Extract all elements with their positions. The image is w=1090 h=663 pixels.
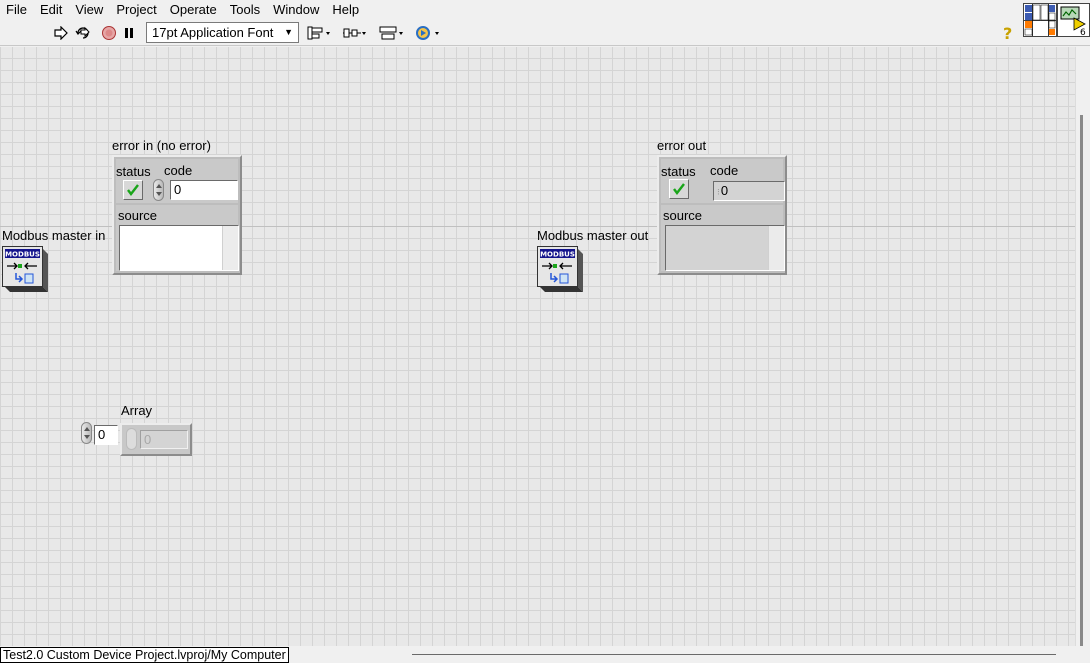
error-in-source-label: source xyxy=(118,208,158,223)
menu-edit[interactable]: Edit xyxy=(34,1,69,18)
error-out-status-indicator xyxy=(669,179,689,199)
help-icon[interactable]: ? xyxy=(1001,23,1017,43)
menu-project[interactable]: Project xyxy=(110,1,163,18)
font-select-label: 17pt Application Font xyxy=(152,25,274,40)
font-select[interactable]: 17pt Application Font ▼ xyxy=(146,22,299,43)
error-in-label: error in (no error) xyxy=(112,138,211,153)
horizontal-scrollbar[interactable] xyxy=(412,654,1056,655)
array-index-field[interactable]: 0 xyxy=(94,425,118,445)
error-out-status-label: status xyxy=(661,164,696,179)
align-objects-icon[interactable] xyxy=(306,23,334,43)
error-out-source-label: source xyxy=(663,208,703,223)
error-in-status-checkbox[interactable] xyxy=(123,180,143,200)
error-out-label: error out xyxy=(657,138,707,153)
modbus-master-out-indicator: MODBUS xyxy=(537,246,585,294)
menu-operate[interactable]: Operate xyxy=(164,1,224,18)
array-control[interactable]: 0 xyxy=(120,423,192,456)
reorder-icon[interactable] xyxy=(413,23,443,43)
toolbar: 17pt Application Font ▼ ? xyxy=(0,19,1090,46)
menu-view[interactable]: View xyxy=(69,1,110,18)
chevron-down-icon: ▼ xyxy=(284,27,293,37)
error-in-source-scrollbar[interactable] xyxy=(222,226,238,270)
modbus-master-in-label: Modbus master in xyxy=(2,228,106,243)
error-in-cluster: status code 0 source xyxy=(112,155,242,275)
error-out-code-label: code xyxy=(710,163,739,178)
error-in-code-field[interactable]: 0 xyxy=(170,180,238,200)
error-out-cluster: status code ⁝0 source xyxy=(657,155,787,275)
error-in-code-label: code xyxy=(164,163,193,178)
distribute-objects-icon[interactable] xyxy=(340,23,370,43)
svg-text:MODBUS: MODBUS xyxy=(5,251,40,259)
menu-file[interactable]: File xyxy=(0,1,34,18)
array-index-spinner[interactable] xyxy=(81,422,92,444)
menu-tools[interactable]: Tools xyxy=(224,1,267,18)
run-arrow-icon[interactable] xyxy=(52,23,70,43)
vi-icon-number: 6 xyxy=(1080,28,1086,36)
front-panel[interactable]: error in (no error) status code 0 source… xyxy=(0,47,1075,646)
run-continuously-icon[interactable] xyxy=(74,23,94,43)
modbus-master-out-label: Modbus master out xyxy=(537,228,649,243)
error-in-source-field[interactable] xyxy=(119,225,239,271)
vertical-scrollbar[interactable] xyxy=(1075,47,1090,649)
error-out-source-scrollbar[interactable] xyxy=(768,226,784,270)
modbus-icon: MODBUS xyxy=(2,246,48,292)
pause-icon[interactable] xyxy=(121,23,137,43)
error-in-status-label: status xyxy=(116,164,151,179)
abort-icon[interactable] xyxy=(100,23,118,43)
error-out-source-indicator xyxy=(665,225,785,271)
error-out-code-indicator: ⁝0 xyxy=(713,181,785,201)
modbus-master-in-control[interactable]: MODBUS xyxy=(2,246,50,294)
array-element-spinner[interactable] xyxy=(126,428,137,450)
modbus-icon: MODBUS xyxy=(537,246,583,292)
radix-icon: ⁝ xyxy=(717,187,720,197)
vi-icon[interactable]: 6 xyxy=(1057,3,1090,38)
connector-pane-icon[interactable] xyxy=(1023,3,1057,37)
menu-help[interactable]: Help xyxy=(326,1,366,18)
checkmark-icon xyxy=(127,184,139,196)
project-path[interactable]: Test2.0 Custom Device Project.lvproj/My … xyxy=(0,647,289,663)
svg-text:?: ? xyxy=(1003,24,1012,42)
menu-bar: File Edit View Project Operate Tools Win… xyxy=(0,0,1090,19)
menu-window[interactable]: Window xyxy=(267,1,326,18)
checkmark-icon xyxy=(673,183,685,195)
error-in-code-spinner[interactable] xyxy=(153,179,164,201)
array-label: Array xyxy=(121,403,153,418)
error-out-code-value: 0 xyxy=(720,183,729,198)
status-bar: Test2.0 Custom Device Project.lvproj/My … xyxy=(0,646,1090,663)
resize-objects-icon[interactable] xyxy=(377,23,407,43)
array-element-field[interactable]: 0 xyxy=(140,430,188,449)
vertical-scrollbar-thumb[interactable] xyxy=(1080,115,1083,649)
svg-text:MODBUS: MODBUS xyxy=(540,251,575,259)
